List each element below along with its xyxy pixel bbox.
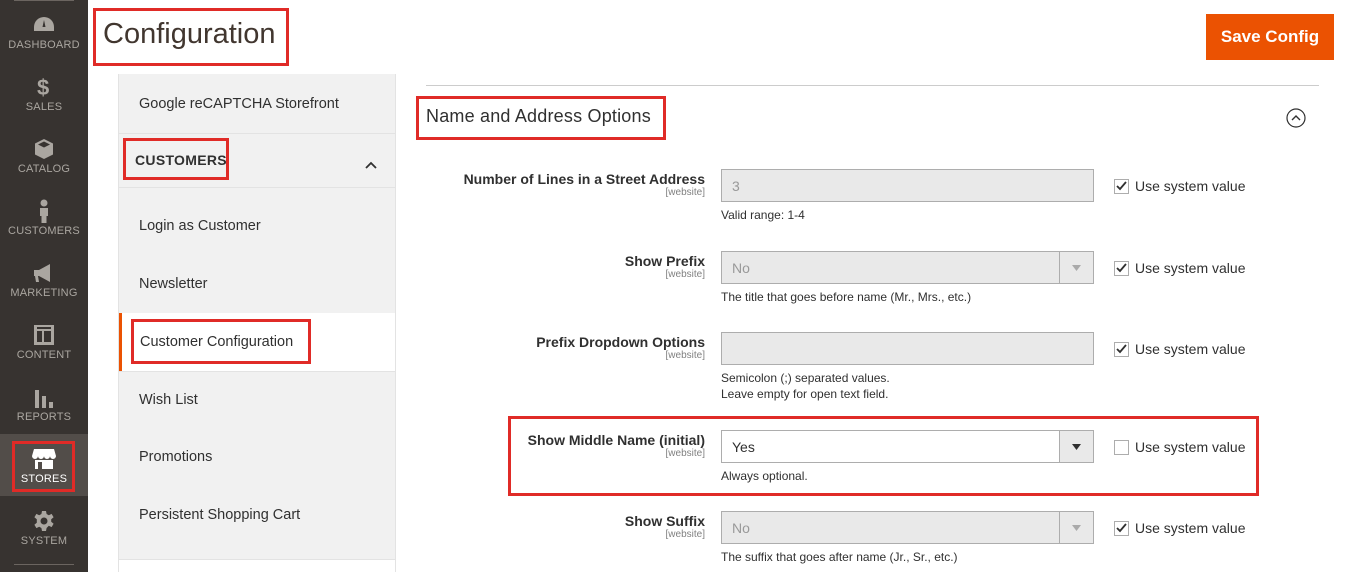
menu-label: CATALOG	[17, 163, 71, 175]
use-system-prefix-options[interactable]: Use system value	[1114, 341, 1245, 357]
field-label-show-suffix: Show Suffix	[624, 513, 705, 529]
dashboard-icon	[0, 14, 88, 36]
menu-label: CONTENT	[16, 349, 72, 361]
menu-label: CUSTOMERS	[8, 225, 80, 237]
nav-item-google-recaptcha[interactable]: Google reCAPTCHA Storefront	[119, 74, 395, 134]
nav-section-title: CUSTOMERS	[135, 152, 227, 168]
chevron-down-icon	[1059, 431, 1093, 462]
config-nav: Google reCAPTCHA Storefront CUSTOMERS Lo…	[118, 74, 396, 572]
menu-label: DASHBOARD	[8, 39, 80, 51]
field-note: Leave empty for open text field.	[721, 387, 889, 401]
nav-item-wish-list[interactable]: Wish List	[119, 371, 395, 429]
use-system-show-suffix[interactable]: Use system value	[1114, 520, 1245, 536]
nav-item-login-as-customer[interactable]: Login as Customer	[119, 197, 395, 255]
use-system-label: Use system value	[1135, 439, 1246, 455]
page-title: Configuration	[103, 18, 276, 50]
layout-icon	[0, 324, 88, 346]
dollar-icon: $	[0, 76, 88, 98]
collapse-icon[interactable]	[1286, 108, 1306, 128]
select-value: No	[732, 519, 750, 536]
use-system-show-prefix[interactable]: Use system value	[1114, 260, 1245, 276]
use-system-show-middle-name[interactable]: Use system value	[1114, 439, 1245, 455]
save-config-button[interactable]: Save Config	[1206, 14, 1334, 60]
field-label-street-lines: Number of Lines in a Street Address	[463, 171, 705, 187]
svg-text:$: $	[37, 76, 49, 98]
person-icon	[0, 199, 88, 223]
field-scope: [website]	[665, 350, 705, 361]
field-label-show-middle-name: Show Middle Name (initial)	[527, 432, 705, 448]
admin-menu: DASHBOARD $ SALES CATALOG CUSTOMERS MARK…	[0, 0, 88, 572]
checkbox-checked-icon[interactable]	[1114, 341, 1129, 357]
menu-item-marketing[interactable]: MARKETING	[0, 248, 88, 310]
use-system-street-lines[interactable]: Use system value	[1114, 178, 1245, 194]
checkbox-checked-icon[interactable]	[1114, 260, 1129, 276]
menu-item-sales[interactable]: $ SALES	[0, 62, 88, 124]
use-system-label: Use system value	[1135, 520, 1246, 536]
chevron-down-icon	[1059, 252, 1093, 283]
menu-label: MARKETING	[10, 287, 78, 299]
nav-item-customer-configuration[interactable]: Customer Configuration	[119, 313, 395, 371]
nav-item-promotions[interactable]: Promotions	[119, 428, 395, 486]
menu-item-system[interactable]: SYSTEM	[0, 496, 88, 558]
menu-label: STORES	[20, 473, 68, 485]
field-note: Semicolon (;) separated values.	[721, 371, 890, 385]
use-system-label: Use system value	[1135, 260, 1246, 276]
menu-item-catalog[interactable]: CATALOG	[0, 124, 88, 186]
field-note: The title that goes before name (Mr., Mr…	[721, 290, 972, 304]
field-note: The suffix that goes after name (Jr., Sr…	[721, 550, 958, 564]
show-prefix-select[interactable]: No	[721, 251, 1094, 284]
menu-item-reports[interactable]: REPORTS	[0, 372, 88, 434]
field-scope: [website]	[665, 529, 705, 540]
field-label-prefix-options: Prefix Dropdown Options	[536, 334, 705, 350]
nav-item-persistent-shopping-cart[interactable]: Persistent Shopping Cart	[119, 486, 395, 544]
field-note: Valid range: 1-4	[721, 208, 805, 222]
section-divider	[426, 85, 1319, 86]
box-icon	[0, 138, 88, 160]
gear-icon	[0, 510, 88, 532]
nav-section-customers[interactable]: CUSTOMERS	[119, 134, 395, 188]
field-label-show-prefix: Show Prefix	[624, 253, 705, 269]
menu-item-content[interactable]: CONTENT	[0, 310, 88, 372]
use-system-label: Use system value	[1135, 178, 1246, 194]
field-scope: [website]	[665, 448, 705, 459]
field-scope: [website]	[665, 269, 705, 280]
field-scope: [website]	[665, 187, 705, 198]
show-middle-name-select[interactable]: Yes	[721, 430, 1094, 463]
checkbox-checked-icon[interactable]	[1114, 178, 1129, 194]
menu-item-stores[interactable]: STORES	[0, 434, 88, 496]
prefix-options-input[interactable]	[721, 332, 1094, 365]
nav-item-newsletter[interactable]: Newsletter	[119, 255, 395, 313]
select-value: Yes	[732, 438, 755, 455]
chevron-up-icon	[365, 156, 377, 174]
menu-item-customers[interactable]: CUSTOMERS	[0, 186, 88, 248]
show-suffix-select[interactable]: No	[721, 511, 1094, 544]
menu-label: SYSTEM	[20, 535, 68, 547]
bar-chart-icon	[0, 386, 88, 408]
menu-label: SALES	[25, 101, 63, 113]
checkbox-unchecked-icon[interactable]	[1114, 439, 1129, 455]
select-value: No	[732, 259, 750, 276]
menu-item-dashboard[interactable]: DASHBOARD	[0, 0, 88, 62]
use-system-label: Use system value	[1135, 341, 1246, 357]
megaphone-icon	[0, 262, 88, 284]
menu-label: REPORTS	[16, 411, 72, 423]
street-lines-input[interactable]: 3	[721, 169, 1094, 202]
section-title[interactable]: Name and Address Options	[426, 106, 651, 127]
chevron-down-icon	[1059, 512, 1093, 543]
checkbox-checked-icon[interactable]	[1114, 520, 1129, 536]
field-note: Always optional.	[721, 469, 808, 483]
store-icon	[0, 448, 88, 470]
